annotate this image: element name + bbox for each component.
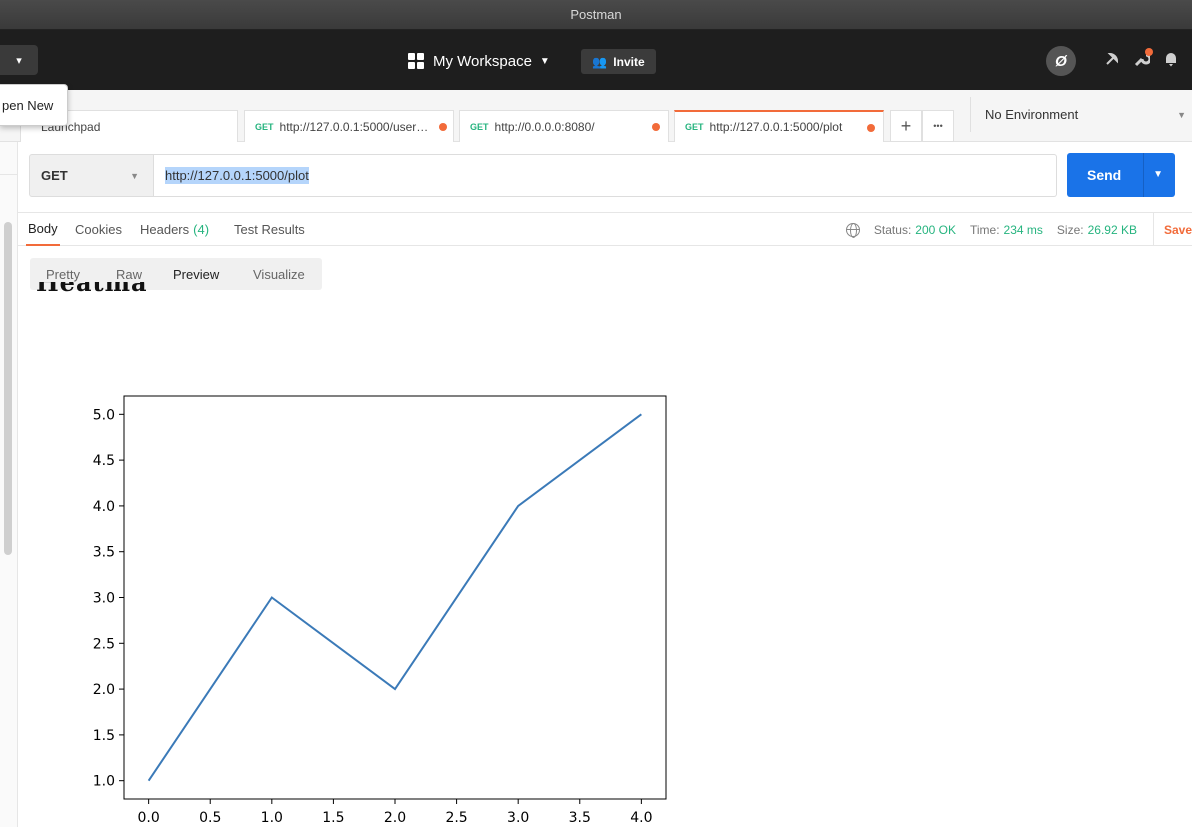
- headers-count: (4): [193, 222, 210, 237]
- invite-label: Invite: [613, 54, 645, 69]
- tab-method: GET: [685, 122, 704, 132]
- send-label: Send: [1087, 167, 1122, 183]
- view-visualize[interactable]: Visualize: [253, 258, 305, 290]
- workspace-selector[interactable]: My Workspace ▼: [408, 47, 550, 75]
- new-dropdown-button[interactable]: ▾: [0, 45, 38, 75]
- more-icon: •••: [933, 121, 943, 131]
- x-tick-label: 0.5: [199, 810, 221, 826]
- chevron-down-icon: ▾: [16, 54, 22, 67]
- chevron-down-icon: ▼: [539, 55, 550, 67]
- header-icons: Ø: [1046, 46, 1178, 76]
- y-tick-label: 1.0: [93, 774, 115, 790]
- plus-icon: +: [900, 115, 912, 136]
- save-response-button[interactable]: Save: [1152, 213, 1192, 246]
- unsaved-dot: [439, 123, 447, 131]
- unsaved-dot: [652, 123, 660, 131]
- tab-headers[interactable]: Headers (4): [140, 213, 209, 246]
- grid-icon: [408, 53, 424, 69]
- chevron-down-icon[interactable]: ▼: [1153, 169, 1163, 180]
- tab-options-button[interactable]: •••: [922, 110, 954, 142]
- y-tick-label: 2.5: [93, 636, 115, 652]
- environment-label: No Environment: [985, 107, 1079, 122]
- view-visualize-label: Visualize: [253, 266, 305, 282]
- workspace-label: My Workspace: [433, 52, 532, 70]
- url-input[interactable]: http://127.0.0.1:5000/plot: [154, 154, 1057, 197]
- x-tick-label: 3.5: [569, 810, 591, 826]
- preview-heading: Heatmap: [36, 282, 146, 310]
- add-user-icon: 👥: [592, 54, 608, 69]
- window-titlebar: Postman: [0, 0, 1192, 30]
- y-tick-label: 3.0: [93, 591, 115, 607]
- x-tick-label: 0.0: [138, 810, 160, 826]
- tooltip: pen New: [0, 84, 68, 126]
- unsaved-dot: [867, 124, 875, 132]
- x-tick-label: 4.0: [630, 810, 652, 826]
- send-button[interactable]: Send ▼: [1067, 153, 1175, 197]
- chevron-down-icon: ▼: [1177, 110, 1186, 120]
- tab-cookies[interactable]: Cookies: [75, 213, 122, 246]
- y-tick-label: 1.5: [93, 728, 115, 744]
- request-bar: GET ▼ http://127.0.0.1:5000/plot Send ▼: [18, 142, 1192, 212]
- chevron-down-icon: ▼: [130, 171, 139, 181]
- status-label: Status:: [873, 222, 912, 237]
- tab-label: http://0.0.0.0:8080/: [494, 119, 595, 134]
- tab-method: GET: [470, 121, 489, 132]
- tab-body-label: Body: [28, 221, 58, 236]
- size-label: Size:: [1056, 222, 1084, 237]
- line-chart: 1.0 1.5 2.0 2.5 3.0 3.5 4.0 4.5 5.0 0.0 0.5 1.0 1.5 2…: [93, 395, 667, 826]
- divider: [0, 174, 18, 175]
- tab-request[interactable]: GET http://0.0.0.0:8080/: [459, 110, 669, 142]
- tab-method: GET: [255, 121, 274, 132]
- y-tick-label: 4.5: [93, 453, 115, 469]
- wrench-icon[interactable]: [1134, 47, 1153, 72]
- tab-label: http://127.0.0.1:5000/plot: [709, 120, 843, 134]
- tab-request-active[interactable]: GET http://127.0.0.1:5000/plot: [674, 110, 884, 142]
- view-pretty-label: Pretty: [46, 266, 80, 282]
- y-tick-label: 5.0: [93, 407, 115, 423]
- x-tick-label: 3.0: [507, 810, 529, 826]
- method-select[interactable]: GET ▼: [29, 154, 154, 197]
- y-tick-label: 2.0: [93, 682, 115, 698]
- tab-label: http://127.0.0.1:5000/user…: [279, 119, 429, 134]
- tab-headers-label: Headers: [140, 222, 190, 237]
- y-tick-label: 3.5: [93, 545, 115, 561]
- method-label: GET: [41, 168, 68, 183]
- x-tick-label: 2.0: [384, 810, 406, 826]
- time-value: 234 ms: [1003, 222, 1043, 237]
- view-preview[interactable]: Preview: [173, 258, 219, 290]
- notification-dot: [1145, 47, 1153, 56]
- divider: [1143, 153, 1144, 197]
- size-value: 26.92 KB: [1087, 222, 1137, 237]
- tab-cookies-label: Cookies: [75, 222, 122, 237]
- x-tick-label: 2.5: [445, 810, 467, 826]
- satellite-icon[interactable]: [1104, 51, 1120, 72]
- scrollbar[interactable]: [4, 222, 12, 555]
- invite-button[interactable]: 👥 Invite: [581, 49, 656, 74]
- app-header: ▾ My Workspace ▼ 👥 Invite Ø: [0, 30, 1192, 90]
- window-title: Postman: [570, 7, 622, 22]
- view-raw-label: Raw: [116, 266, 143, 282]
- time-label: Time:: [969, 222, 1000, 237]
- sync-off-icon[interactable]: Ø: [1046, 46, 1076, 76]
- globe-icon[interactable]: [845, 222, 860, 238]
- tab-body[interactable]: Body: [26, 213, 60, 246]
- view-preview-label: Preview: [173, 266, 220, 282]
- tab-test-results[interactable]: Test Results: [234, 213, 305, 246]
- status-value: 200 OK: [915, 222, 956, 237]
- bell-icon[interactable]: [1164, 51, 1178, 72]
- tab-request[interactable]: GET http://127.0.0.1:5000/user…: [244, 110, 454, 142]
- preview-heading-text: Heatmap: [36, 282, 146, 297]
- response-tabs: Body Cookies Headers (4) Test Results St…: [18, 212, 1192, 246]
- url-value: http://127.0.0.1:5000/plot: [165, 167, 309, 184]
- tooltip-text: pen New: [2, 97, 54, 113]
- tab-test-results-label: Test Results: [234, 222, 305, 237]
- response-status: Status: 200 OK Time: 234 ms Size: 26.92 …: [845, 213, 1192, 246]
- x-tick-label: 1.0: [261, 810, 283, 826]
- add-tab-button[interactable]: +: [890, 110, 922, 142]
- y-tick-label: 4.0: [93, 499, 115, 515]
- request-tabs-bar: Launchpad GET http://127.0.0.1:5000/user…: [0, 90, 1192, 142]
- x-tick-label: 1.5: [322, 810, 344, 826]
- environment-selector[interactable]: No Environment ▼: [970, 97, 1192, 132]
